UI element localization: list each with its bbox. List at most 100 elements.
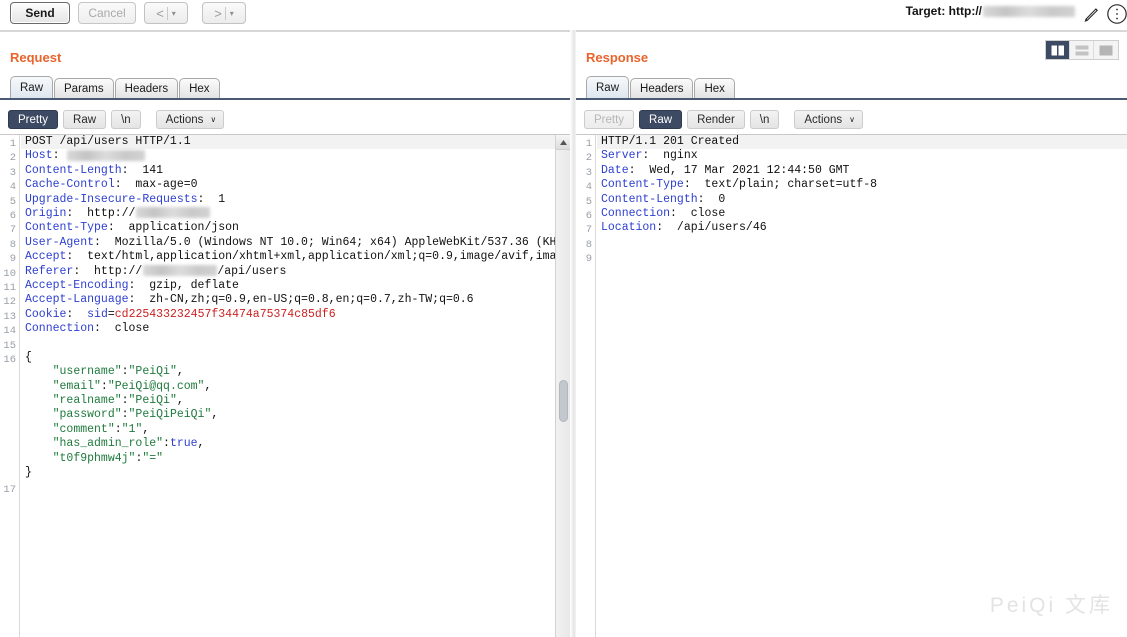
chevron-down-icon[interactable]: ▾: [168, 9, 176, 18]
code-token: "1": [122, 423, 143, 436]
code-token: /api/users: [217, 265, 286, 278]
response-code-line: Content-Length: 0: [597, 193, 1127, 207]
code-token: ,: [211, 408, 218, 421]
code-token: :: [122, 394, 129, 407]
code-token: : nginx: [642, 149, 697, 162]
response-code-area[interactable]: HTTP/1.1 201 CreatedServer: nginxDate: W…: [597, 135, 1127, 637]
request-code-area[interactable]: POST /api/users HTTP/1.1Host: Content-Le…: [21, 135, 570, 637]
request-view-n[interactable]: \n: [111, 110, 141, 129]
code-token: : Wed, 17 Mar 2021 12:44:50 GMT: [629, 164, 850, 177]
request-code-line: Upgrade-Insecure-Requests: 1: [21, 193, 570, 207]
scrollbar-thumb[interactable]: [559, 380, 568, 422]
response-tab-raw[interactable]: Raw: [586, 76, 629, 99]
response-view-n[interactable]: \n: [750, 110, 780, 129]
code-token: "realname": [53, 394, 122, 407]
request-tab-headers[interactable]: Headers: [115, 78, 178, 99]
code-token: : /api/users/46: [656, 221, 766, 234]
code-token: : max-age=0: [115, 178, 198, 191]
request-editor[interactable]: 1234567891011121314151617 POST /api/user…: [0, 134, 570, 637]
request-code-line: User-Agent: Mozilla/5.0 (Windows NT 10.0…: [21, 236, 570, 250]
code-token: Accept: [25, 250, 66, 263]
response-title: Response: [586, 50, 648, 65]
response-code-line: [597, 250, 1127, 264]
request-code-line: "password":"PeiQiPeiQi",: [21, 408, 570, 422]
code-token: :: [115, 423, 122, 436]
burp-repeater-window: Send Cancel < ▾ > ▾ Target: http://: [0, 0, 1127, 637]
code-token: "=": [142, 452, 163, 465]
redacted-host-value: [143, 265, 217, 276]
line-number: 8: [576, 238, 592, 252]
line-number: 6: [576, 209, 592, 223]
request-code-line: Cache-Control: max-age=0: [21, 178, 570, 192]
button-label: \n: [121, 114, 131, 126]
chevron-right-icon: >: [214, 6, 225, 21]
button-label: Pretty: [18, 114, 48, 126]
code-token: Connection: [601, 207, 670, 220]
line-number: 14: [0, 324, 16, 338]
code-token: :: [122, 365, 129, 378]
request-view-raw[interactable]: Raw: [63, 110, 106, 129]
code-token: Content-Length: [25, 164, 122, 177]
code-token: : zh-CN,zh;q=0.9,en-US;q=0.8,en;q=0.7,zh…: [129, 293, 474, 306]
chevron-down-icon: ∨: [849, 115, 855, 124]
response-tab-headers[interactable]: Headers: [630, 78, 693, 99]
line-number: 2: [0, 151, 16, 165]
code-token: Accept-Language: [25, 293, 129, 306]
line-number: 7: [576, 223, 592, 237]
code-token: Location: [601, 221, 656, 234]
request-code-line: Origin: http://: [21, 207, 570, 221]
code-token: cd225433232457f34474a75374c85df6: [115, 308, 336, 321]
response-view-pretty: Pretty: [584, 110, 634, 129]
send-button[interactable]: Send: [10, 2, 70, 24]
line-number: 1: [576, 137, 592, 151]
request-tab-raw[interactable]: Raw: [10, 76, 53, 99]
help-icon[interactable]: [1103, 3, 1127, 25]
request-code-line: "username":"PeiQi",: [21, 365, 570, 379]
response-view-render[interactable]: Render: [687, 110, 745, 129]
line-number: 5: [0, 195, 16, 209]
code-token: : gzip, deflate: [129, 279, 239, 292]
request-tab-params[interactable]: Params: [54, 78, 114, 99]
code-token: "PeiQi": [129, 394, 177, 407]
code-token: ,: [204, 380, 211, 393]
code-token: Server: [601, 149, 642, 162]
button-label: Actions: [804, 114, 842, 126]
code-token: POST /api/users HTTP/1.1: [25, 135, 191, 148]
response-view-raw[interactable]: Raw: [639, 110, 682, 129]
code-token: HTTP/1.1 201 Created: [601, 135, 739, 148]
code-token: Content-Type: [601, 178, 684, 191]
request-code-line: "comment":"1",: [21, 423, 570, 437]
chevron-down-icon: ∨: [210, 115, 216, 124]
button-label: Actions: [166, 114, 204, 126]
line-number: 4: [0, 180, 16, 194]
cancel-button[interactable]: Cancel: [78, 2, 136, 24]
forward-button[interactable]: > ▾: [202, 2, 246, 24]
back-button[interactable]: < ▾: [144, 2, 188, 24]
request-vertical-scrollbar[interactable]: [555, 135, 570, 637]
line-number: 9: [576, 252, 592, 266]
response-editor[interactable]: 123456789 HTTP/1.1 201 CreatedServer: ng…: [576, 134, 1127, 637]
line-number: 1: [0, 137, 16, 151]
code-token: "comment": [53, 423, 115, 436]
request-title: Request: [10, 50, 61, 65]
response-tab-hex[interactable]: Hex: [694, 78, 734, 99]
pencil-icon[interactable]: [1083, 5, 1101, 23]
response-code-line: Connection: close: [597, 207, 1127, 221]
code-token: Cache-Control: [25, 178, 115, 191]
code-token: true: [170, 437, 198, 450]
request-code-line: }: [21, 466, 570, 480]
request-view-pretty[interactable]: Pretty: [8, 110, 58, 129]
request-code-line: Cookie: sid=cd225433232457f34474a75374c8…: [21, 308, 570, 322]
code-token: : 1: [198, 193, 226, 206]
code-token: ,: [142, 423, 149, 436]
scroll-up-icon[interactable]: [556, 135, 570, 150]
response-tabstrip: RawHeadersHex: [586, 76, 736, 99]
code-token: [25, 380, 53, 393]
chevron-down-icon[interactable]: ▾: [226, 9, 234, 18]
request-view-actions[interactable]: Actions ∨: [156, 110, 225, 129]
code-token: :: [53, 149, 67, 162]
response-view-actions[interactable]: Actions ∨: [794, 110, 863, 129]
request-tab-hex[interactable]: Hex: [179, 78, 219, 99]
line-number: 16: [0, 353, 16, 367]
code-token: : close: [94, 322, 149, 335]
